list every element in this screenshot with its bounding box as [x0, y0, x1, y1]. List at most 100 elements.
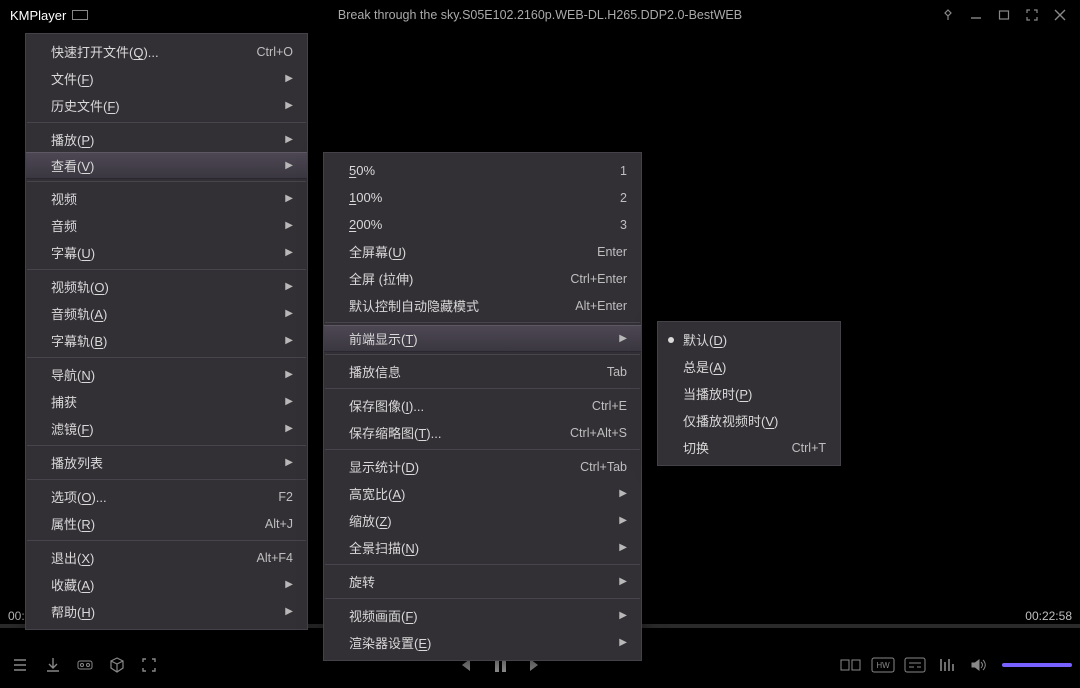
menu-item-shortcut: Tab: [607, 365, 627, 379]
ontop-menu-item-1[interactable]: 总是(A): [658, 353, 840, 380]
menu-separator: [325, 598, 640, 599]
playlist-icon[interactable]: [8, 652, 34, 678]
menu-item-label: 保存图像(I)...: [349, 396, 424, 415]
menu-separator: [27, 479, 306, 480]
submenu-arrow-icon: ▶: [285, 220, 293, 231]
close-button[interactable]: [1046, 1, 1074, 29]
ontop-menu-item-3[interactable]: 仅播放视频时(V): [658, 407, 840, 434]
main-menu-item-15[interactable]: 导航(N)▶: [26, 361, 307, 388]
main-menu-item-16[interactable]: 捕获▶: [26, 388, 307, 415]
main-menu-item-21[interactable]: 选项(O)... F2: [26, 483, 307, 510]
main-menu-item-24[interactable]: 退出(X)Alt+F4: [26, 544, 307, 571]
download-icon[interactable]: [40, 652, 66, 678]
view-menu-item-22[interactable]: 渲染器设置(E)▶: [324, 629, 641, 656]
volume-icon[interactable]: [966, 652, 992, 678]
menu-item-label: 播放列表: [51, 453, 103, 472]
capture-icon[interactable]: [136, 652, 162, 678]
main-menu-item-19[interactable]: 播放列表▶: [26, 449, 307, 476]
menu-item-label: 视频轨(O): [51, 277, 109, 296]
view-menu-item-17[interactable]: 全景扫描(N)▶: [324, 534, 641, 561]
main-menu-item-9[interactable]: 字幕(U) ▶: [26, 239, 307, 266]
equalizer-icon[interactable]: [934, 652, 960, 678]
view-menu-item-5[interactable]: 默认控制自动隐藏模式Alt+Enter: [324, 292, 641, 319]
main-menu-item-0[interactable]: 快速打开文件(Q)... Ctrl+O: [26, 38, 307, 65]
menu-item-label: 切换: [683, 438, 709, 457]
view-menu-item-15[interactable]: 高宽比(A)▶: [324, 480, 641, 507]
submenu-arrow-icon: ▶: [285, 247, 293, 258]
menu-separator: [325, 354, 640, 355]
view-menu-item-2[interactable]: 200%3: [324, 211, 641, 238]
menu-item-shortcut: 1: [620, 164, 627, 178]
main-menu-item-13[interactable]: 字幕轨(B)▶: [26, 327, 307, 354]
vr-icon[interactable]: [72, 652, 98, 678]
menu-item-label: 选项(O)...: [51, 487, 107, 506]
pin-icon[interactable]: [934, 1, 962, 29]
menu-separator: [27, 122, 306, 123]
menu-item-label: 默认(D): [683, 330, 727, 349]
ontop-menu-item-2[interactable]: 当播放时(P): [658, 380, 840, 407]
view-menu-item-1[interactable]: 100%2: [324, 184, 641, 211]
menu-item-shortcut: 2: [620, 191, 627, 205]
view-menu-item-21[interactable]: 视频画面(F)▶: [324, 602, 641, 629]
menu-item-label: 捕获: [51, 392, 77, 411]
video-title: Break through the sky.S05E102.2160p.WEB-…: [338, 8, 742, 22]
menu-separator: [325, 322, 640, 323]
view-menu-item-9[interactable]: 播放信息Tab: [324, 358, 641, 385]
ontop-menu-item-0[interactable]: 默认(D): [658, 326, 840, 353]
view-menu-item-16[interactable]: 缩放(Z)▶: [324, 507, 641, 534]
view-menu-item-14[interactable]: 显示统计(D)Ctrl+Tab: [324, 453, 641, 480]
menu-item-label: 50%: [349, 163, 375, 178]
fullscreen-button[interactable]: [1018, 1, 1046, 29]
main-menu-item-17[interactable]: 滤镜(F)▶: [26, 415, 307, 442]
view-menu-item-7[interactable]: 前端显示(T)▶: [324, 325, 641, 352]
menu-separator: [27, 269, 306, 270]
menu-item-label: 默认控制自动隐藏模式: [349, 296, 479, 315]
ontop-menu-item-4[interactable]: 切换 Ctrl+T: [658, 434, 840, 461]
3d-icon[interactable]: [104, 652, 130, 678]
minimize-button[interactable]: [962, 1, 990, 29]
menu-item-label: 快速打开文件(Q)...: [51, 42, 159, 61]
submenu-arrow-icon: ▶: [619, 637, 627, 648]
main-menu-item-11[interactable]: 视频轨(O)▶: [26, 273, 307, 300]
main-menu-item-26[interactable]: 帮助(H)▶: [26, 598, 307, 625]
main-menu-item-25[interactable]: 收藏(A)▶: [26, 571, 307, 598]
view-menu-item-4[interactable]: 全屏 (拉伸)Ctrl+Enter: [324, 265, 641, 292]
view-menu-item-3[interactable]: 全屏幕(U)Enter: [324, 238, 641, 265]
menu-item-shortcut: Ctrl+O: [257, 45, 293, 59]
submenu-arrow-icon: ▶: [619, 515, 627, 526]
main-menu-item-12[interactable]: 音频轨(A)▶: [26, 300, 307, 327]
submenu-arrow-icon: ▶: [285, 579, 293, 590]
menu-item-shortcut: Ctrl+Tab: [580, 460, 627, 474]
main-menu-item-5[interactable]: 查看(V)▶: [26, 152, 307, 179]
menu-item-label: 字幕(U): [51, 243, 95, 262]
view-menu-item-12[interactable]: 保存缩略图(T)...Ctrl+Alt+S: [324, 419, 641, 446]
view-menu-item-19[interactable]: 旋转▶: [324, 568, 641, 595]
titlebar-window-icon[interactable]: [72, 10, 88, 20]
submenu-arrow-icon: ▶: [285, 308, 293, 319]
menu-item-shortcut: Ctrl+Enter: [570, 272, 627, 286]
menu-item-shortcut: F2: [278, 490, 293, 504]
menu-item-shortcut: Ctrl+T: [792, 441, 826, 455]
menu-item-shortcut: Ctrl+E: [592, 399, 627, 413]
titlebar-controls: [934, 1, 1074, 29]
main-menu-item-4[interactable]: 播放(P)▶: [26, 126, 307, 153]
radio-dot-icon: [668, 337, 674, 343]
menu-item-label: 旋转: [349, 572, 375, 591]
volume-slider[interactable]: [1002, 663, 1072, 667]
subtitle-icon[interactable]: [902, 652, 928, 678]
menu-item-label: 查看(V): [51, 156, 94, 175]
view-menu-item-0[interactable]: 50% 1: [324, 157, 641, 184]
menu-item-shortcut: Alt+F4: [257, 551, 293, 565]
loop-segment-icon[interactable]: [838, 652, 864, 678]
maximize-button[interactable]: [990, 1, 1018, 29]
main-menu-item-1[interactable]: 文件(F)▶: [26, 65, 307, 92]
main-menu-item-8[interactable]: 音频 ▶: [26, 212, 307, 239]
main-menu-item-2[interactable]: 历史文件(F)▶: [26, 92, 307, 119]
view-menu-item-11[interactable]: 保存图像(I)... Ctrl+E: [324, 392, 641, 419]
menu-item-label: 音频: [51, 216, 77, 235]
main-menu-item-22[interactable]: 属性(R)Alt+J: [26, 510, 307, 537]
menu-item-label: 属性(R): [51, 514, 95, 533]
submenu-arrow-icon: ▶: [285, 134, 293, 145]
hw-icon[interactable]: HW: [870, 652, 896, 678]
main-menu-item-7[interactable]: 视频▶: [26, 185, 307, 212]
